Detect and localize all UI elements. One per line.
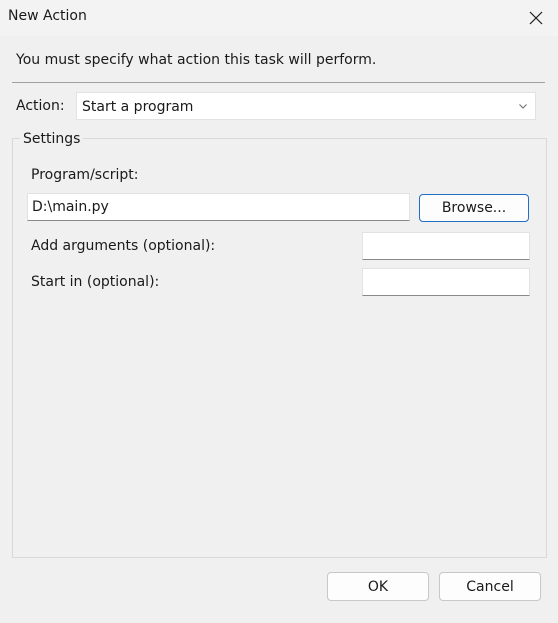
chevron-down-icon: [519, 104, 527, 109]
header-separator: [12, 82, 545, 83]
arguments-label: Add arguments (optional):: [31, 238, 216, 254]
close-button[interactable]: [514, 0, 558, 36]
action-selected-value: Start a program: [82, 99, 194, 115]
browse-button[interactable]: Browse...: [419, 194, 529, 222]
cancel-button[interactable]: Cancel: [439, 572, 541, 601]
new-action-dialog: New Action You must specify what action …: [0, 0, 558, 623]
start-in-input[interactable]: [362, 268, 530, 296]
settings-legend: Settings: [20, 131, 84, 147]
window-title: New Action: [8, 8, 87, 24]
program-script-input[interactable]: [27, 193, 410, 221]
arguments-input[interactable]: [362, 232, 530, 260]
instruction-text: You must specify what action this task w…: [16, 52, 377, 68]
start-in-label: Start in (optional):: [31, 274, 160, 290]
program-script-label: Program/script:: [31, 167, 139, 183]
title-bar[interactable]: New Action: [0, 0, 558, 36]
action-dropdown[interactable]: Start a program: [76, 92, 536, 120]
ok-button[interactable]: OK: [327, 572, 429, 601]
close-icon: [529, 11, 543, 25]
action-label: Action:: [16, 98, 65, 114]
